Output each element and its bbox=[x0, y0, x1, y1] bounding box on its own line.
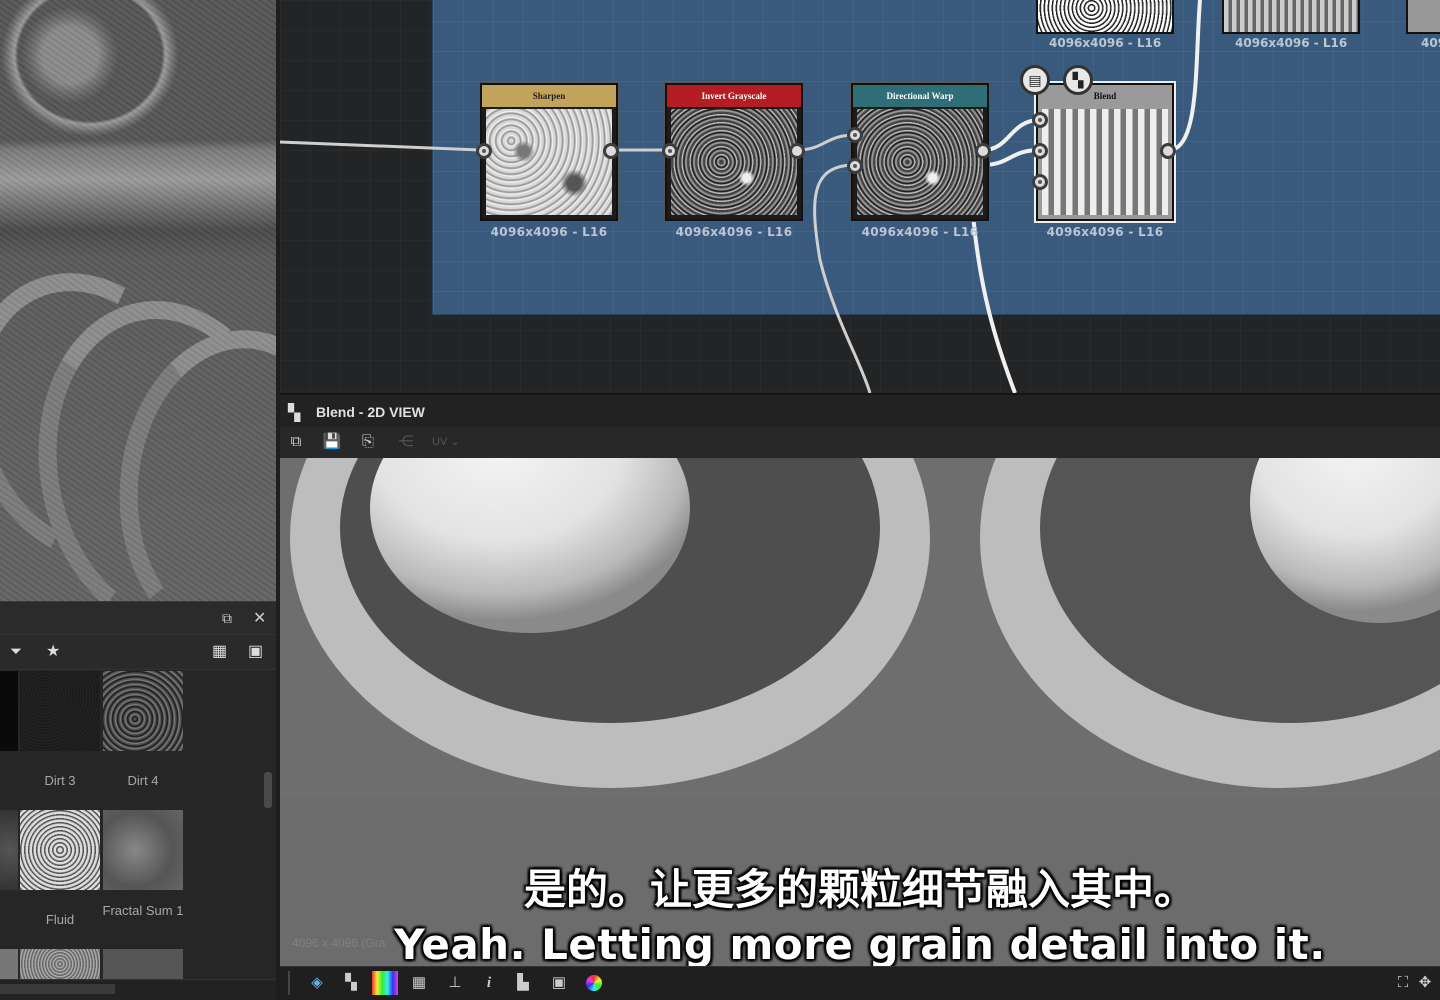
library-thumb-dirt3[interactable] bbox=[20, 671, 100, 751]
copy-view-icon[interactable]: ⧉ bbox=[286, 432, 306, 452]
share-icon: ⋲ bbox=[398, 433, 414, 450]
node-invert-grayscale[interactable]: Invert Grayscale 4096x4096 - L16 bbox=[665, 83, 803, 239]
subtitle-english: Yeah. Letting more grain detail into it. bbox=[394, 920, 1326, 969]
checker-icon: ▚ bbox=[288, 405, 301, 422]
2d-view-bottom-toolbar: ◈ ▚ ▦ ⊥ i ▙ ▣ ⛶ ✥ bbox=[280, 966, 1440, 999]
library-panel: ⧉ ✕ ⏷ ★ ▦ ▣ Dirt 3 Dirt 4 t Fluid Fracta… bbox=[0, 601, 276, 1000]
node-blend[interactable]: Blend 4096x4096 - L16 bbox=[1036, 83, 1174, 239]
copy-icon[interactable]: ⎘ bbox=[358, 432, 378, 452]
input-port[interactable] bbox=[1032, 174, 1048, 190]
library-toolbar: ⏷ ★ ▦ ▣ bbox=[0, 635, 276, 670]
library-thumb-row3[interactable] bbox=[20, 949, 100, 979]
library-thumb-partial[interactable] bbox=[0, 949, 18, 979]
uv-label: UV bbox=[432, 436, 448, 448]
tile-icon[interactable]: ⊥ bbox=[444, 973, 466, 993]
output-port[interactable] bbox=[975, 143, 991, 159]
library-item-label: Dirt 4 bbox=[127, 773, 159, 788]
info-icon[interactable]: i bbox=[478, 973, 500, 993]
node-resolution: 4096x4096 - L16 bbox=[861, 225, 979, 239]
input-port[interactable] bbox=[1032, 143, 1048, 159]
node-resolution: 4096x4096 - L16 bbox=[1046, 225, 1164, 239]
library-thumb-fluid[interactable] bbox=[20, 810, 100, 890]
checker-icon[interactable]: ▚ bbox=[1063, 65, 1093, 95]
node-sharpen[interactable]: Sharpen 4096x4096 - L16 bbox=[480, 83, 618, 239]
input-port[interactable] bbox=[847, 127, 863, 143]
filter-icon[interactable]: ⏷ bbox=[10, 643, 22, 660]
library-thumb-dirt4[interactable] bbox=[103, 671, 183, 751]
input-port[interactable] bbox=[847, 158, 863, 174]
library-hscrollbar[interactable] bbox=[0, 979, 276, 1000]
node-resolution: 4096x4096 - L16 bbox=[1235, 36, 1348, 50]
library-hscroll-thumb[interactable] bbox=[0, 984, 115, 994]
graph-view[interactable]: 4096x4096 - L16 4096x4096 - L16 409 Shar… bbox=[280, 0, 1440, 393]
node-partial[interactable] bbox=[1036, 0, 1174, 34]
library-item-label: Fluid bbox=[45, 912, 75, 927]
save-icon[interactable]: 💾 bbox=[322, 432, 342, 452]
node-resolution: 409 bbox=[1421, 36, 1440, 50]
library-thumb-partial[interactable] bbox=[0, 810, 18, 890]
subtitle-chinese: 是的。让更多的颗粒细节融入其中。 bbox=[523, 865, 1196, 914]
output-port[interactable] bbox=[1160, 143, 1176, 159]
node-thumbnail bbox=[486, 109, 612, 215]
3d-view[interactable] bbox=[0, 0, 276, 601]
fit-icon[interactable]: ⛶ bbox=[1392, 973, 1414, 993]
library-thumb-fractal-sum[interactable] bbox=[103, 810, 183, 890]
node-title: Sharpen bbox=[482, 85, 616, 107]
node-title: Directional Warp bbox=[853, 85, 987, 107]
library-scrollbar[interactable] bbox=[264, 772, 272, 808]
library-thumb-partial[interactable] bbox=[0, 671, 18, 751]
grid-icon[interactable]: ▦ bbox=[408, 973, 430, 993]
library-thumb-row3[interactable] bbox=[103, 949, 183, 979]
node-resolution: 4096x4096 - L16 bbox=[1049, 36, 1162, 50]
uv-dropdown: UV ⌄ bbox=[432, 436, 460, 448]
node-partial[interactable] bbox=[1222, 0, 1360, 34]
connection-wire bbox=[796, 133, 856, 152]
histogram-icon[interactable]: ▙ bbox=[512, 973, 534, 993]
node-thumbnail bbox=[857, 109, 983, 215]
node-resolution: 4096x4096 - L16 bbox=[490, 225, 608, 239]
input-port[interactable] bbox=[476, 143, 492, 159]
layers-icon[interactable]: ◈ bbox=[306, 973, 328, 993]
node-thumbnail bbox=[1042, 109, 1168, 215]
image-icon[interactable]: ▣ bbox=[548, 973, 570, 993]
preview-icon[interactable]: ▣ bbox=[248, 641, 263, 661]
library-item-label: Fractal Sum 1 bbox=[102, 903, 184, 918]
color-gradient-icon[interactable] bbox=[372, 971, 398, 995]
connection-wire bbox=[280, 140, 481, 152]
node-resolution: 4096x4096 - L16 bbox=[675, 225, 793, 239]
node-title: Blend bbox=[1038, 85, 1172, 107]
pan-icon[interactable]: ✥ bbox=[1414, 973, 1436, 993]
library-item-label: t bbox=[0, 919, 6, 937]
relief-grain bbox=[0, 0, 276, 601]
node-partial[interactable] bbox=[1406, 0, 1440, 34]
undock-icon[interactable]: ⧉ bbox=[222, 610, 232, 627]
2d-view-header: ▚ Blend - 2D VIEW bbox=[280, 393, 1440, 429]
divider bbox=[288, 971, 290, 995]
input-port[interactable] bbox=[1032, 112, 1048, 128]
2d-view-toolbar: ⧉ 💾 ⎘ ⋲ UV ⌄ bbox=[280, 427, 1440, 458]
document-icon[interactable]: ▤ bbox=[1020, 65, 1050, 95]
color-wheel-icon[interactable] bbox=[586, 975, 602, 991]
output-port[interactable] bbox=[789, 143, 805, 159]
panel-title: Blend - 2D VIEW bbox=[316, 404, 425, 420]
node-thumbnail bbox=[671, 109, 797, 215]
library-item-label: Dirt 3 bbox=[44, 773, 76, 788]
library-header: ⧉ ✕ bbox=[0, 602, 276, 635]
view-mode-icon[interactable]: ▦ bbox=[212, 641, 227, 661]
input-port[interactable] bbox=[662, 143, 678, 159]
connection-wire bbox=[982, 118, 1041, 152]
checker-icon[interactable]: ▚ bbox=[340, 973, 362, 993]
node-directional-warp[interactable]: Directional Warp 4096x4096 - L16 bbox=[851, 83, 989, 239]
close-icon[interactable]: ✕ bbox=[253, 608, 266, 628]
output-port[interactable] bbox=[603, 143, 619, 159]
favorite-add-icon[interactable]: ★ bbox=[46, 641, 60, 661]
connection-wire bbox=[971, 214, 1017, 393]
node-title: Invert Grayscale bbox=[667, 85, 801, 107]
